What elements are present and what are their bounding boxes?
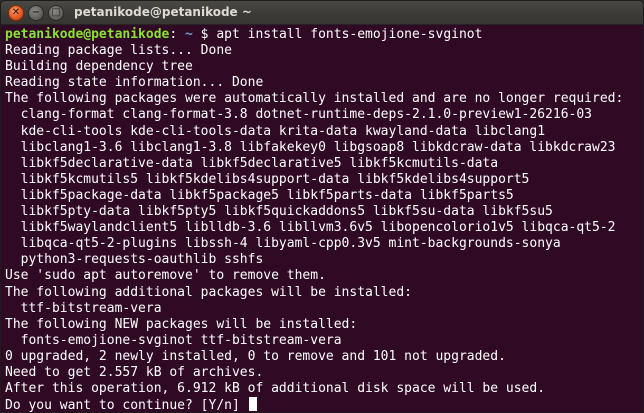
command-line: petanikode@petanikode: ~ $ apt install f… [5,27,639,43]
output-line: libkf5waylandclient5 liblldb-3.6 libllvm… [5,220,616,236]
terminal-output[interactable]: petanikode@petanikode: ~ $ apt install f… [5,27,639,413]
output-line: fonts-emojione-svginot ttf-bitstream-ver… [5,332,342,348]
confirm-prompt: Do you want to continue? [Y/n] [5,398,248,413]
output-line: Need to get 2.557 kB of archives. [5,364,264,380]
close-icon: ✕ [11,7,21,18]
output-line: libkf5kcmutils5 libkf5kdelibs4support-da… [5,171,530,187]
output-line: ttf-bitstream-vera [5,300,162,316]
output-line: The following packages were automaticall… [5,91,624,107]
output-line: clang-format clang-format-3.8 dotnet-run… [5,107,592,123]
minimize-button[interactable]: − [28,5,44,21]
text-cursor [248,397,257,412]
output-line: Reading state information... Done [5,75,264,91]
output-line: Use 'sudo apt autoremove' to remove them… [5,268,326,284]
output-line: 0 upgraded, 2 newly installed, 0 to remo… [5,348,506,364]
output-line: libclang1-3.6 libclang1-3.8 libfakekey0 … [5,139,616,155]
command-text: apt install fonts-emojione-svginot [216,27,483,42]
maximize-icon: □ [51,7,61,18]
title-bar[interactable]: ✕ − □ petanikode@petanikode ~ [1,1,643,25]
window-title: petanikode@petanikode ~ [74,5,252,19]
prompt-path: ~ [177,27,193,42]
output-line: libkf5package-data libkf5package5 libkf5… [5,187,514,203]
output-line: python3-requests-oauthlib sshfs [5,252,264,268]
maximize-button[interactable]: □ [48,5,64,21]
output-line: The following NEW packages will be insta… [5,316,358,332]
output-line: libqca-qt5-2-plugins libssh-4 libyaml-cp… [5,236,561,252]
output-line: libkf5pty-data libkf5pty5 libkf5quickadd… [5,204,553,220]
prompt-user-host: petanikode@petanikode [5,27,170,42]
output-line: The following additional packages will b… [5,284,412,300]
prompt-symbol: $ [192,27,217,42]
output-line: libkf5declarative-data libkf5declarative… [5,155,499,171]
minimize-icon: − [31,7,41,18]
output-line: Building dependency tree [5,59,193,75]
output-line: kde-cli-tools kde-cli-tools-data krita-d… [5,123,546,139]
output-line: After this operation, 6.912 kB of additi… [5,381,546,397]
terminal-window: ✕ − □ petanikode@petanikode ~ petanikode… [0,0,644,413]
confirm-prompt-line[interactable]: Do you want to continue? [Y/n] [5,397,639,413]
close-button[interactable]: ✕ [8,5,24,21]
output-line: Reading package lists... Done [5,43,232,59]
